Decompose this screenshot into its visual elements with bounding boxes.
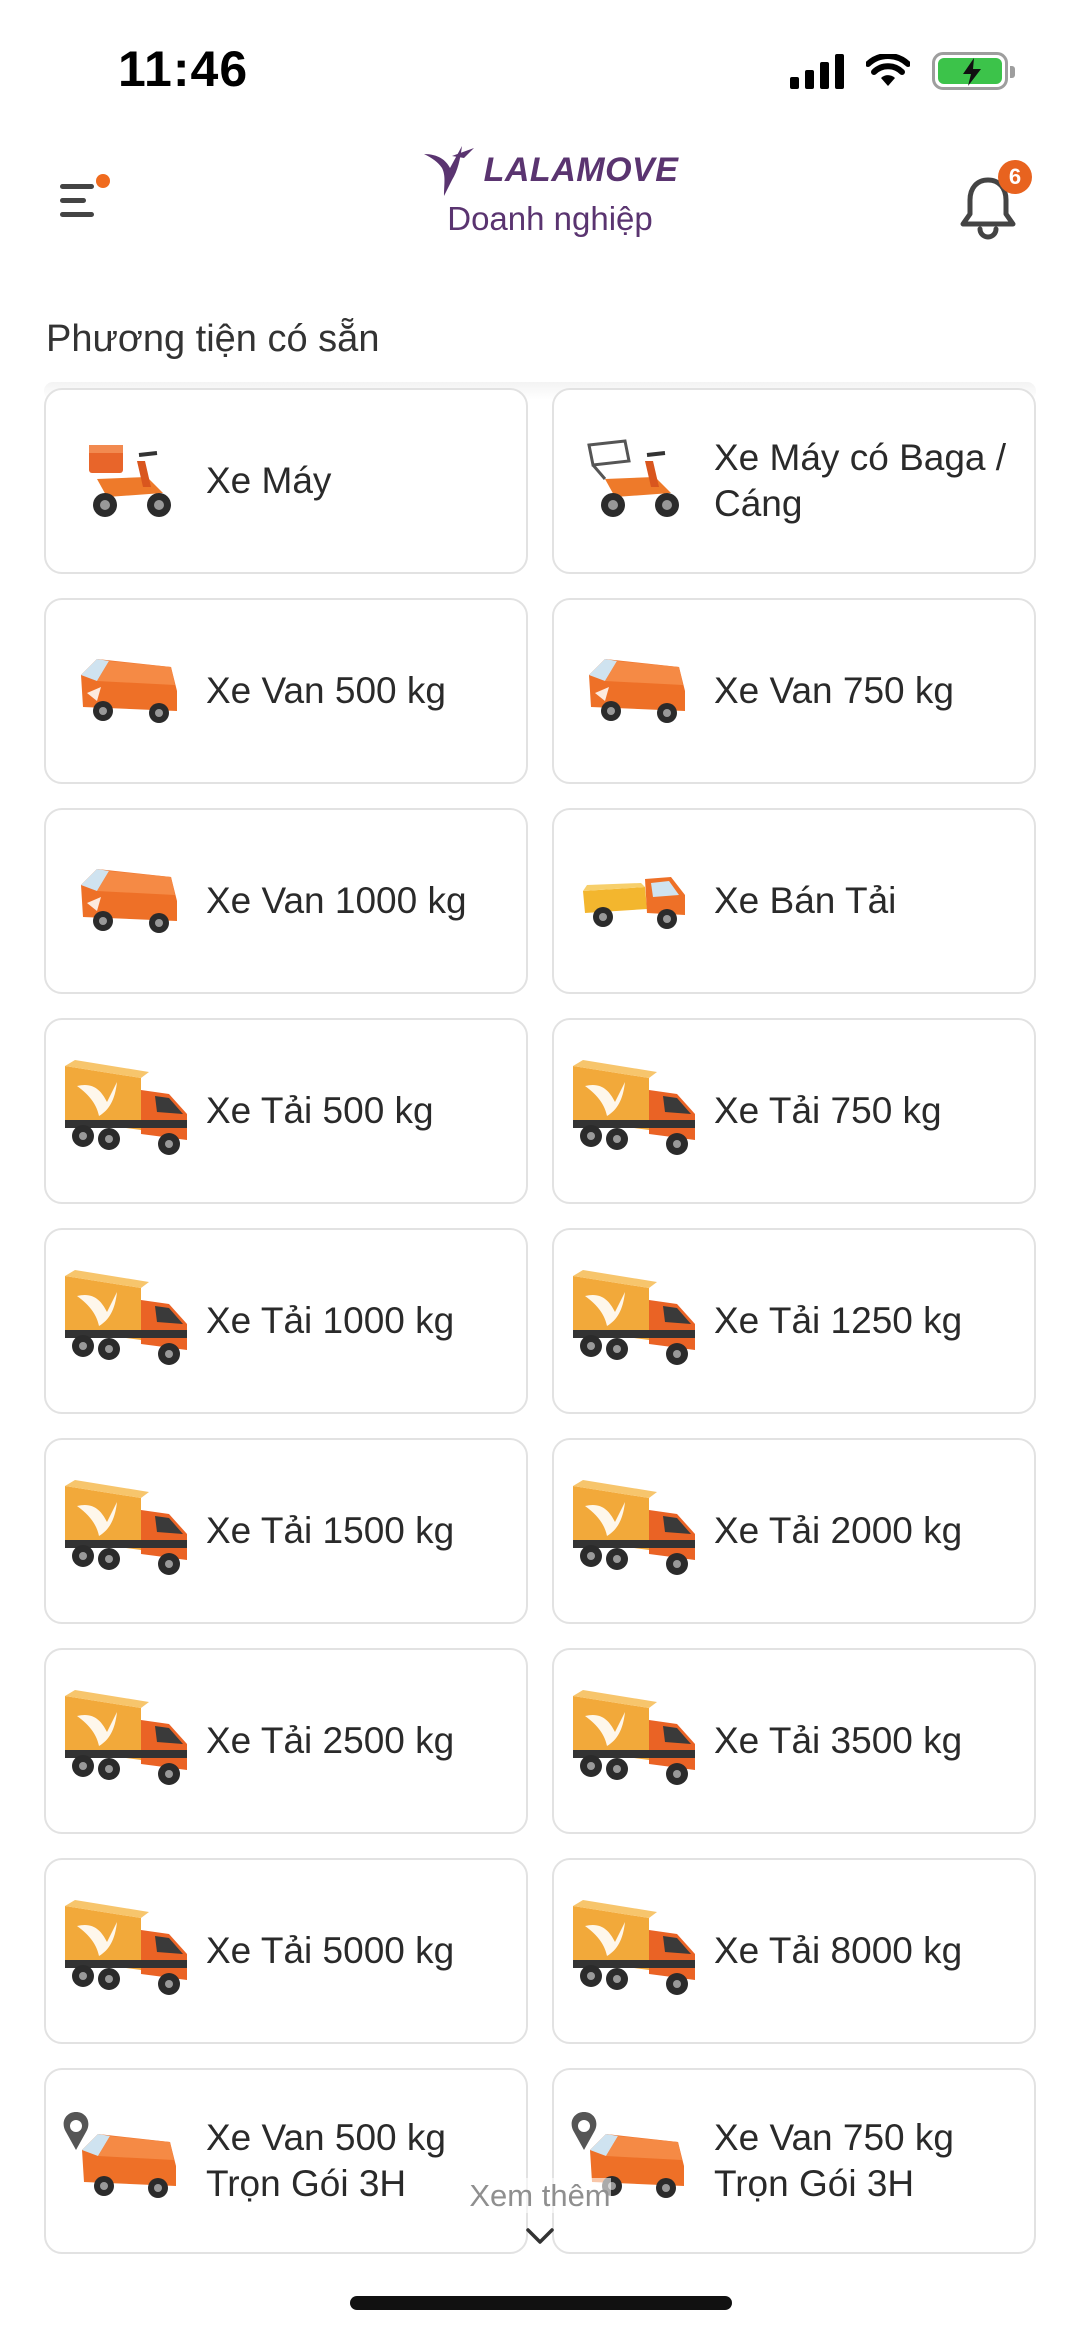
brand-name: LALAMOVE <box>483 150 679 189</box>
vehicle-card[interactable]: Xe Máy có Baga / Cáng <box>552 388 1036 574</box>
vehicle-card[interactable]: Xe Van 1000 kg <box>44 808 528 994</box>
truck-icon <box>52 1046 202 1176</box>
vehicle-card[interactable]: Xe Tải 2000 kg <box>552 1438 1036 1624</box>
vehicle-label: Xe Van 500 kg <box>206 669 446 711</box>
van-icon <box>560 626 710 756</box>
vehicle-label: Xe Tải 2000 kg <box>714 1509 963 1551</box>
vehicle-label: Xe Máy <box>206 459 332 501</box>
see-more-label: Xem thêm <box>469 2178 611 2213</box>
truck-icon <box>52 1676 202 1806</box>
vehicle-label: Xe Máy có Baga / Cáng <box>714 436 1007 524</box>
vehicle-card[interactable]: Xe Van 500 kg <box>44 598 528 784</box>
app-header: LALAMOVE Doanh nghiệp 6 <box>0 130 1080 400</box>
vehicle-label: Xe Tải 1250 kg <box>714 1299 963 1341</box>
menu-button[interactable] <box>56 170 116 230</box>
vehicle-card[interactable]: Xe Tải 5000 kg <box>44 1858 528 2044</box>
home-indicator <box>350 2296 732 2310</box>
truck-icon <box>560 1256 710 1386</box>
vehicle-card[interactable]: Xe Tải 1500 kg <box>44 1438 528 1624</box>
vehicle-card[interactable]: Xe Tải 1250 kg <box>552 1228 1036 1414</box>
vehicle-label: Xe Van 750 kg <box>714 669 954 711</box>
status-icons <box>790 52 1015 90</box>
vehicle-label: Xe Tải 3500 kg <box>714 1719 963 1761</box>
vehicle-label: Xe Van 1000 kg <box>206 879 467 921</box>
van-icon <box>52 626 202 756</box>
vehicle-card[interactable]: Xe Tải 750 kg <box>552 1018 1036 1204</box>
vehicle-label: Xe Tải 5000 kg <box>206 1929 455 1971</box>
vehicle-grid: Xe Máy Xe Máy có Baga / Cáng Xe Van 500 … <box>44 388 1036 2254</box>
vehicle-label: Xe Tải 8000 kg <box>714 1929 963 1971</box>
vehicle-card[interactable]: Xe Tải 8000 kg <box>552 1858 1036 2044</box>
vehicle-label: Xe Tải 500 kg <box>206 1089 434 1131</box>
lalamove-bird-icon <box>423 146 474 196</box>
status-bar: 11:46 <box>0 0 1080 130</box>
vehicle-label: Xe Bán Tải <box>714 879 897 921</box>
vehicle-card[interactable]: Xe Tải 2500 kg <box>44 1648 528 1834</box>
pickup-truck-icon <box>560 836 710 966</box>
vehicle-card[interactable]: Xe Tải 500 kg <box>44 1018 528 1204</box>
notifications-button[interactable]: 6 <box>958 160 1032 240</box>
notification-count-badge: 6 <box>998 160 1032 194</box>
vehicle-card[interactable]: Xe Bán Tải <box>552 808 1036 994</box>
van-icon <box>52 836 202 966</box>
vehicle-card[interactable]: Xe Van 750 kg <box>552 598 1036 784</box>
motorbike-rack-icon <box>560 416 710 546</box>
wifi-icon <box>866 54 910 86</box>
truck-icon <box>52 1886 202 2016</box>
vehicle-card[interactable]: Xe Máy <box>44 388 528 574</box>
truck-icon <box>52 1256 202 1386</box>
truck-icon <box>560 1676 710 1806</box>
vehicle-label: Xe Tải 1500 kg <box>206 1509 455 1551</box>
battery-icon <box>932 52 1015 90</box>
motorbike-icon <box>52 416 202 546</box>
cellular-signal-icon <box>790 53 844 89</box>
vehicle-card[interactable]: Xe Tải 3500 kg <box>552 1648 1036 1834</box>
truck-icon <box>560 1466 710 1596</box>
see-more-button[interactable]: Xem thêm <box>0 2178 1080 2246</box>
status-time: 11:46 <box>118 41 249 97</box>
chevron-down-icon <box>526 2228 554 2244</box>
truck-icon <box>560 1046 710 1176</box>
truck-icon <box>52 1466 202 1596</box>
menu-notification-dot <box>96 174 110 188</box>
vehicle-label: Xe Tải 750 kg <box>714 1089 942 1131</box>
vehicle-label: Xe Tải 2500 kg <box>206 1719 455 1761</box>
brand-logo: LALAMOVE Doanh nghiệp <box>420 144 680 238</box>
vehicle-label: Xe Tải 1000 kg <box>206 1299 455 1341</box>
vehicle-card[interactable]: Xe Tải 1000 kg <box>44 1228 528 1414</box>
brand-subtitle: Doanh nghiệp <box>447 200 653 237</box>
section-title: Phương tiện có sẵn <box>46 318 380 360</box>
truck-icon <box>560 1886 710 2016</box>
